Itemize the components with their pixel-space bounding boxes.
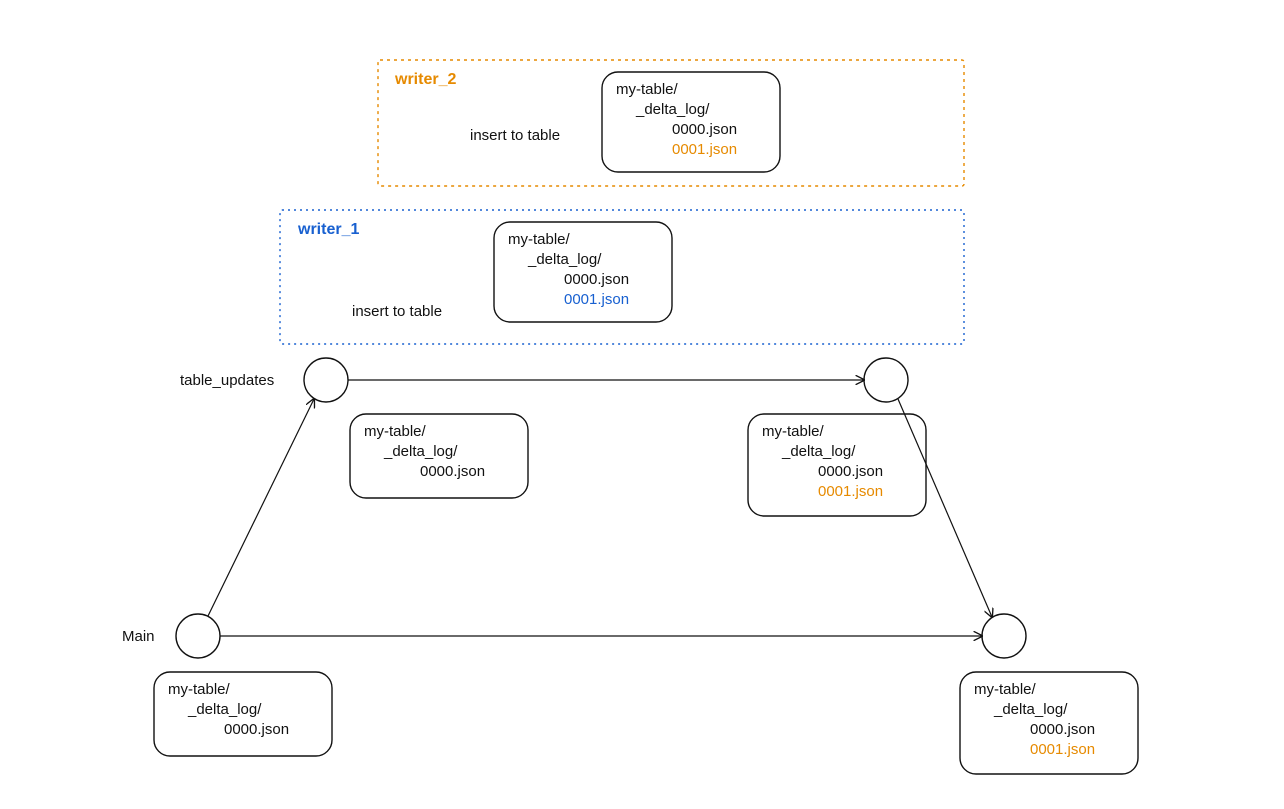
main-label: Main <box>122 628 155 645</box>
table-updates-label: table_updates <box>180 372 274 389</box>
tree-root: my-table/ <box>508 231 571 248</box>
tree-file1: 0001.json <box>672 141 737 158</box>
updates-node-right <box>864 358 908 402</box>
tree-file0: 0000.json <box>672 121 737 138</box>
updates-node-left <box>304 358 348 402</box>
tree-root: my-table/ <box>974 681 1037 698</box>
tree-root: my-table/ <box>762 423 825 440</box>
tree-file1: 0001.json <box>818 483 883 500</box>
tree-root: my-table/ <box>364 423 427 440</box>
tree-file0: 0000.json <box>818 463 883 480</box>
updates-state-after: my-table/ _delta_log/ 0000.json 0001.jso… <box>748 414 926 516</box>
tree-file1: 0001.json <box>564 291 629 308</box>
writer-2-group: writer_2 insert to table my-table/ _delt… <box>378 60 964 186</box>
writer-1-action: insert to table <box>352 303 442 320</box>
main-state-before: my-table/ _delta_log/ 0000.json <box>154 672 332 756</box>
writer-1-group: writer_1 insert to table my-table/ _delt… <box>280 210 964 344</box>
tree-file1: 0001.json <box>1030 741 1095 758</box>
diagram-canvas: writer_2 insert to table my-table/ _delt… <box>0 0 1284 809</box>
tree-file0: 0000.json <box>564 271 629 288</box>
writer-2-title: writer_2 <box>394 71 456 88</box>
tree-dir: _delta_log/ <box>383 443 458 460</box>
main-node-right <box>982 614 1026 658</box>
edge-main-to-updates <box>208 399 314 616</box>
tree-file0: 0000.json <box>1030 721 1095 738</box>
updates-state-before: my-table/ _delta_log/ 0000.json <box>350 414 528 498</box>
tree-file0: 0000.json <box>420 463 485 480</box>
tree-dir: _delta_log/ <box>635 101 710 118</box>
tree-dir: _delta_log/ <box>527 251 602 268</box>
main-state-after: my-table/ _delta_log/ 0000.json 0001.jso… <box>960 672 1138 774</box>
tree-root: my-table/ <box>616 81 679 98</box>
tree-dir: _delta_log/ <box>781 443 856 460</box>
writer-2-action: insert to table <box>470 127 560 144</box>
main-node-left <box>176 614 220 658</box>
writer-1-title: writer_1 <box>297 221 359 238</box>
tree-dir: _delta_log/ <box>993 701 1068 718</box>
tree-file0: 0000.json <box>224 721 289 738</box>
writer-1-state-card: my-table/ _delta_log/ 0000.json 0001.jso… <box>494 222 672 322</box>
tree-root: my-table/ <box>168 681 231 698</box>
tree-dir: _delta_log/ <box>187 701 262 718</box>
writer-2-state-card: my-table/ _delta_log/ 0000.json 0001.jso… <box>602 72 780 172</box>
